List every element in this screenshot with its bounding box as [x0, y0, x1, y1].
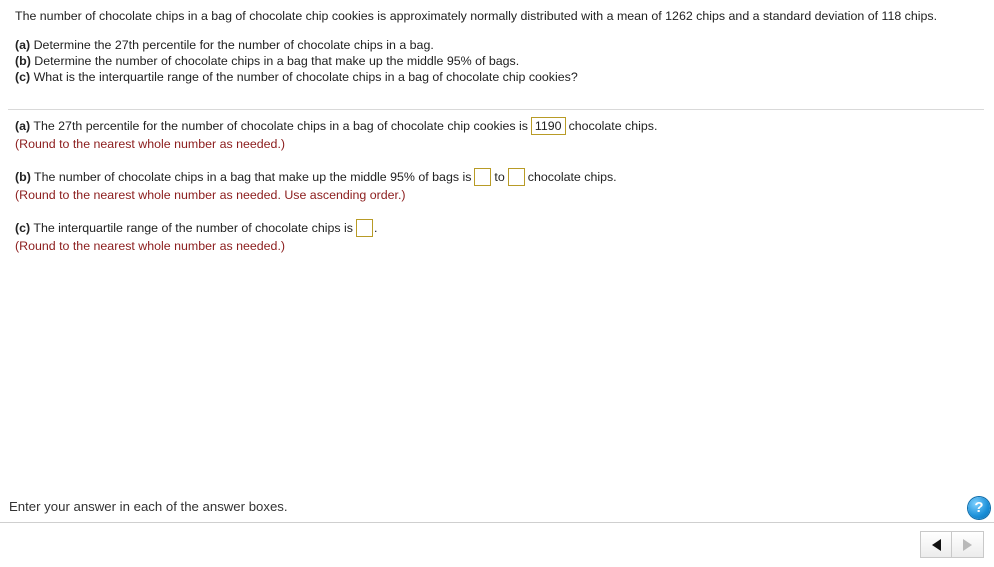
section-divider — [8, 109, 984, 110]
help-icon[interactable]: ? — [968, 497, 990, 519]
answer-a-input[interactable]: 1190 — [530, 117, 566, 135]
answer-b-line: (b) The number of chocolate chips in a b… — [15, 168, 617, 186]
answer-text: The 27th percentile for the number of ch… — [30, 119, 528, 133]
answer-unit: chocolate chips. — [568, 119, 658, 133]
problem-part-a: (a) Determine the 27th percentile for th… — [15, 37, 965, 53]
problem-intro: The number of chocolate chips in a bag o… — [15, 9, 938, 23]
problem-parts: (a) Determine the 27th percentile for th… — [15, 37, 965, 85]
answer-b-low-input[interactable] — [474, 168, 492, 186]
answer-unit: . — [373, 221, 378, 235]
arrow-left-icon — [931, 538, 941, 551]
answer-connector: to — [494, 170, 505, 184]
answer-a: (a) The 27th percentile for the number o… — [15, 117, 657, 153]
problem-part-c: (c) What is the interquartile range of t… — [15, 69, 965, 85]
answer-b-high-input[interactable] — [507, 168, 525, 186]
part-text: Determine the 27th percentile for the nu… — [30, 38, 434, 52]
answer-a-line: (a) The 27th percentile for the number o… — [15, 117, 657, 135]
next-button[interactable] — [952, 531, 984, 558]
answer-text: The number of chocolate chips in a bag t… — [30, 170, 472, 184]
problem-statement: The number of chocolate chips in a bag o… — [15, 8, 965, 85]
answer-c-input[interactable] — [355, 219, 373, 237]
answer-b-hint: (Round to the nearest whole number as ne… — [15, 188, 406, 202]
footer-instruction: Enter your answer in each of the answer … — [9, 499, 288, 514]
question-nav — [920, 531, 986, 558]
answer-text: The interquartile range of the number of… — [30, 221, 353, 235]
part-text: Determine the number of chocolate chips … — [30, 54, 520, 68]
answer-label: (c) — [15, 221, 31, 235]
footer-divider — [0, 522, 994, 523]
arrow-right-icon — [963, 538, 972, 551]
answer-label: (b) — [15, 170, 31, 184]
answer-a-hint: (Round to the nearest whole number as ne… — [15, 137, 286, 151]
answer-unit: chocolate chips. — [527, 170, 617, 184]
part-label: (a) — [15, 38, 31, 52]
part-label: (b) — [15, 54, 31, 68]
answer-c-line: (c) The interquartile range of the numbe… — [15, 219, 377, 237]
previous-button[interactable] — [920, 531, 952, 558]
part-text: What is the interquartile range of the n… — [30, 70, 578, 84]
answer-label: (a) — [15, 119, 31, 133]
answer-c: (c) The interquartile range of the numbe… — [15, 219, 377, 255]
part-label: (c) — [15, 70, 31, 84]
answer-c-hint: (Round to the nearest whole number as ne… — [15, 239, 286, 253]
problem-part-b: (b) Determine the number of chocolate ch… — [15, 53, 965, 69]
answer-b: (b) The number of chocolate chips in a b… — [15, 168, 617, 204]
